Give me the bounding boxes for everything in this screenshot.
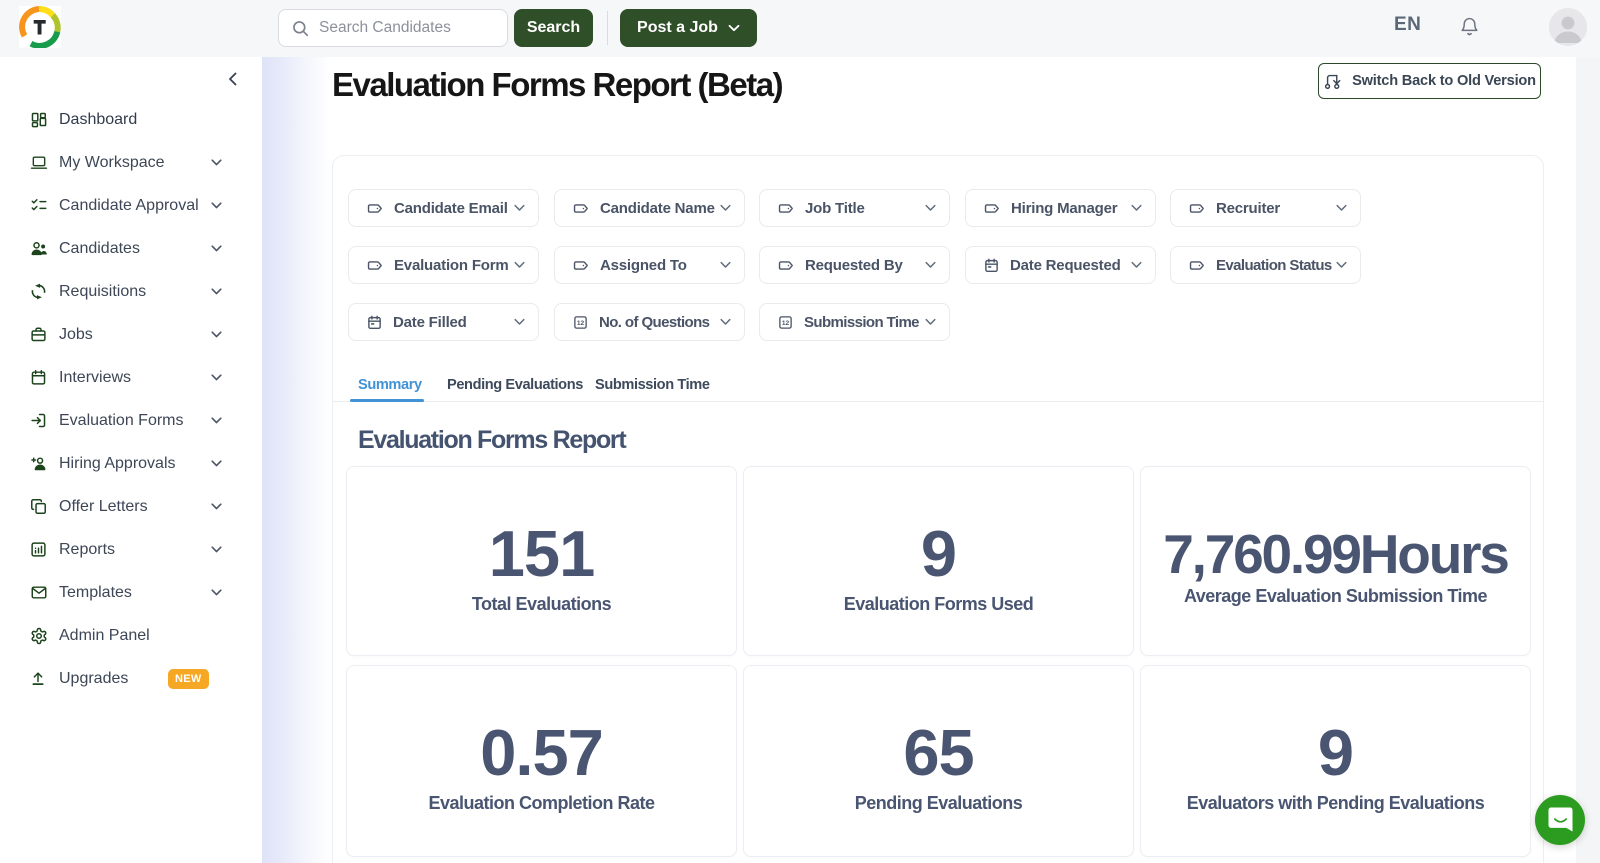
svg-text:12: 12	[577, 320, 585, 327]
svg-text:12: 12	[782, 320, 790, 327]
